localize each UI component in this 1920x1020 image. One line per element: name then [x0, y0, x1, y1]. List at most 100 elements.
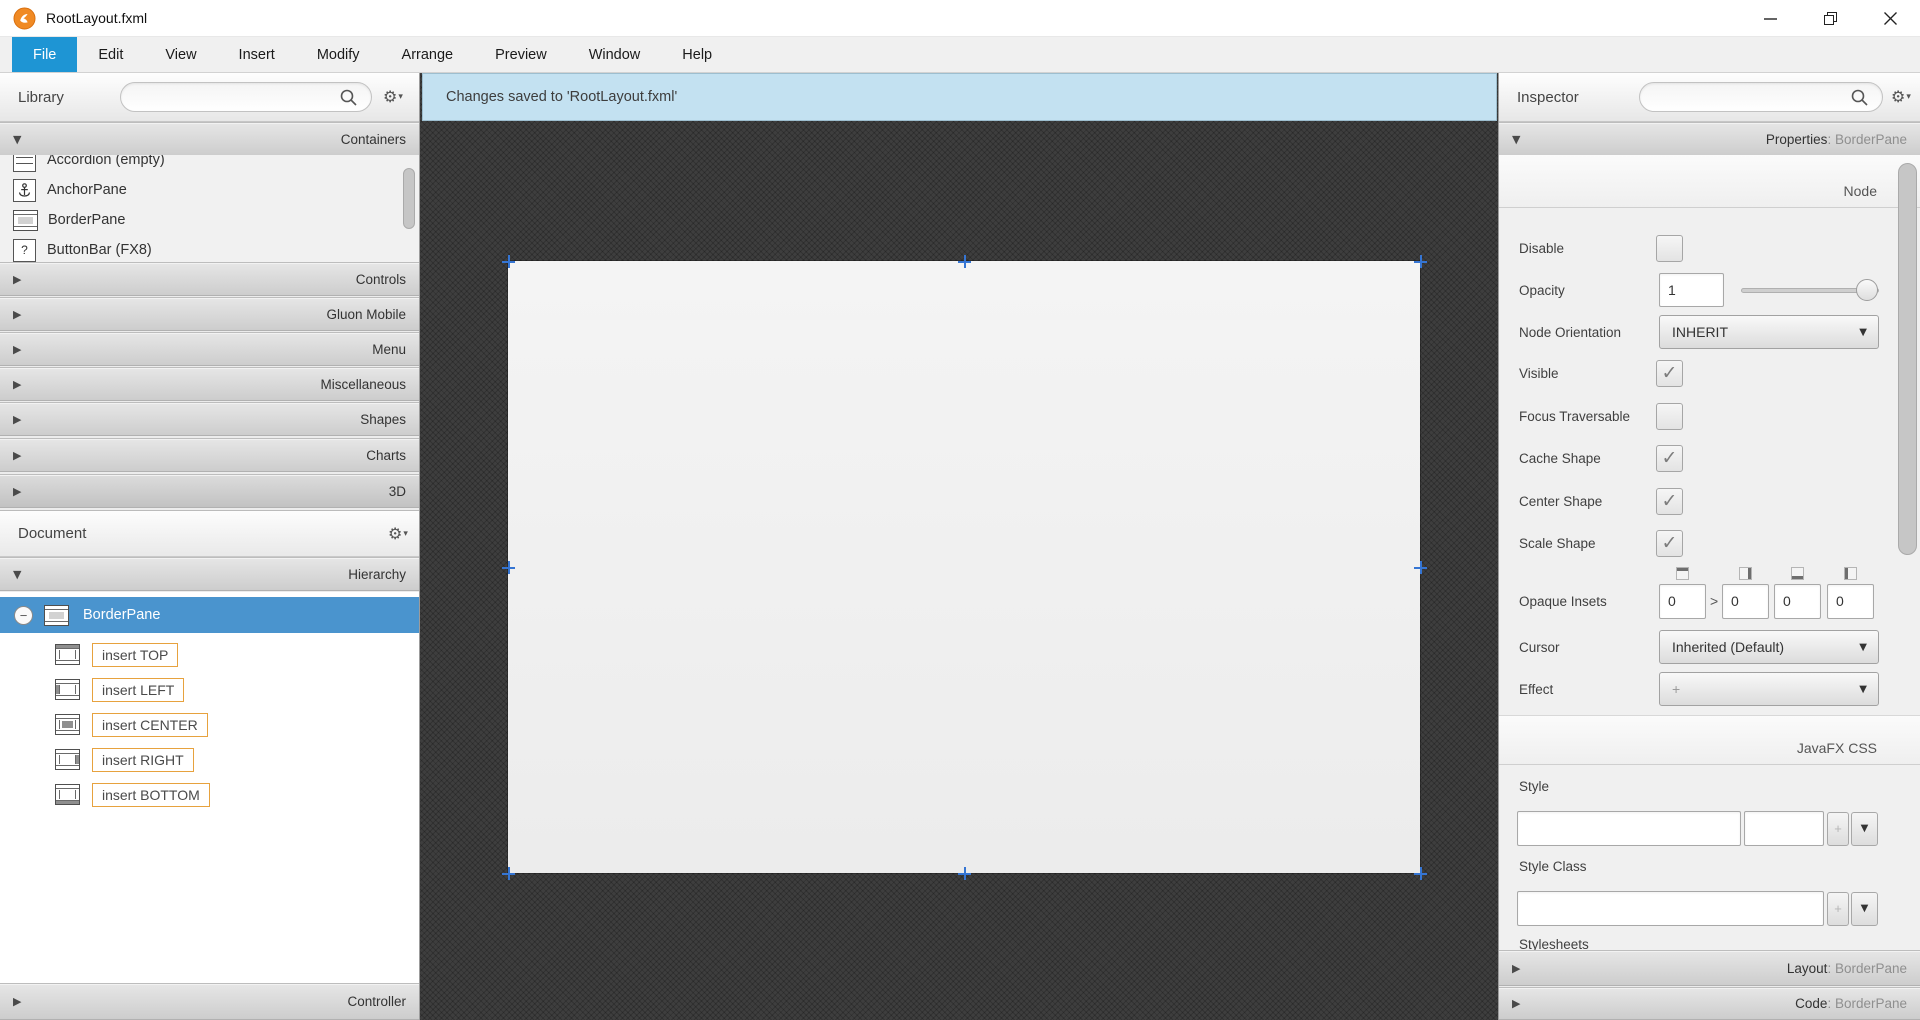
cursor-dropdown[interactable]: Inherited (Default) ▼: [1659, 630, 1879, 664]
placeholder-label: insert TOP: [92, 643, 178, 667]
section-layout[interactable]: ▶ Layout: BorderPane: [1499, 950, 1920, 986]
style-class-dropdown-button[interactable]: ▼: [1851, 892, 1878, 926]
opaque-inset-left-field[interactable]: [1827, 584, 1874, 619]
inspector-scrollbar-thumb[interactable]: [1898, 163, 1917, 555]
inspector-search-input[interactable]: [1652, 84, 1842, 110]
library-item-anchorpane[interactable]: AnchorPane: [0, 175, 419, 205]
section-hierarchy[interactable]: ▼ Hierarchy: [0, 557, 419, 591]
anchorpane-icon: [13, 179, 36, 202]
menu-modify[interactable]: Modify: [296, 37, 381, 72]
insets-link-toggle[interactable]: >: [1710, 593, 1718, 609]
inspector-title: Inspector: [1517, 89, 1579, 106]
library-item-label: ButtonBar (FX8): [47, 242, 152, 258]
close-button[interactable]: [1860, 0, 1920, 37]
borderpane-icon: [13, 210, 38, 231]
section-charts[interactable]: ▶ Charts: [0, 438, 419, 472]
inspector-search-box[interactable]: [1639, 82, 1883, 112]
selection-handle-bottom-center[interactable]: [958, 867, 971, 880]
menu-preview[interactable]: Preview: [474, 37, 568, 72]
library-menu-button[interactable]: ⚙ ▾: [383, 89, 403, 105]
library-item-buttonbar[interactable]: ? ButtonBar (FX8): [0, 235, 419, 262]
selection-handle-top-left[interactable]: [502, 255, 515, 268]
style-add-button[interactable]: +: [1827, 812, 1849, 846]
search-icon: [340, 89, 357, 106]
selection-handle-top-right[interactable]: [1414, 255, 1427, 268]
style-class-add-button[interactable]: +: [1827, 892, 1849, 926]
borderpane-bottom-region-icon: [55, 784, 80, 805]
library-search-input[interactable]: [133, 84, 331, 110]
menu-edit[interactable]: Edit: [77, 37, 144, 72]
hierarchy-item-borderpane[interactable]: − BorderPane: [0, 597, 419, 633]
focus-traversable-checkbox[interactable]: [1656, 403, 1683, 430]
library-search-box[interactable]: [120, 82, 372, 112]
style-dropdown-button[interactable]: ▼: [1851, 812, 1878, 846]
chevron-down-icon: ▼: [1859, 684, 1867, 695]
section-containers[interactable]: ▼ Containers: [0, 122, 419, 156]
collapse-arrow-icon: ▶: [13, 273, 21, 286]
content-canvas[interactable]: Changes saved to 'RootLayout.fxml': [420, 73, 1498, 1020]
visible-checkbox[interactable]: ✓: [1656, 360, 1683, 387]
document-menu-button[interactable]: ⚙ ▾: [388, 526, 408, 542]
selection-handle-mid-left[interactable]: [502, 561, 515, 574]
collapse-arrow-icon: ▶: [13, 995, 21, 1008]
borderpane-right-region-icon: [55, 749, 80, 770]
hierarchy-item-insert-bottom[interactable]: insert BOTTOM: [0, 778, 419, 811]
opacity-slider-thumb[interactable]: [1856, 279, 1878, 301]
minimize-button[interactable]: [1740, 0, 1800, 37]
section-controls[interactable]: ▶ Controls: [0, 262, 419, 296]
menu-file[interactable]: File: [12, 37, 77, 72]
inspector-menu-button[interactable]: ⚙ ▾: [1891, 89, 1911, 105]
opaque-inset-right-field[interactable]: [1722, 584, 1769, 619]
menu-window[interactable]: Window: [568, 37, 662, 72]
expand-arrow-icon: ▼: [13, 133, 21, 146]
restore-button[interactable]: [1800, 0, 1860, 37]
gear-icon: ⚙: [383, 89, 397, 105]
style-class-field[interactable]: [1517, 891, 1824, 926]
style-value-field[interactable]: [1744, 811, 1824, 846]
section-controller[interactable]: ▶ Controller: [0, 983, 419, 1020]
selection-handle-bottom-right[interactable]: [1414, 867, 1427, 880]
section-code[interactable]: ▶ Code: BorderPane: [1499, 987, 1920, 1020]
menu-arrange[interactable]: Arrange: [381, 37, 475, 72]
library-item-label: Accordion (empty): [47, 155, 165, 168]
hierarchy-item-insert-center[interactable]: insert CENTER: [0, 708, 419, 741]
menu-help[interactable]: Help: [661, 37, 733, 72]
hierarchy-item-insert-right[interactable]: insert RIGHT: [0, 743, 419, 776]
section-gluon-mobile[interactable]: ▶ Gluon Mobile: [0, 297, 419, 331]
opaque-inset-top-field[interactable]: [1659, 584, 1706, 619]
selection-handle-top-center[interactable]: [958, 255, 971, 268]
scale-shape-checkbox[interactable]: ✓: [1656, 530, 1683, 557]
hierarchy-item-insert-left[interactable]: insert LEFT: [0, 673, 419, 706]
hierarchy-item-insert-top[interactable]: insert TOP: [0, 638, 419, 671]
expand-arrow-icon: ▼: [13, 568, 21, 581]
collapse-arrow-icon: ▶: [13, 308, 21, 321]
scale-shape-row: Scale Shape ✓: [1499, 528, 1920, 558]
section-3d[interactable]: ▶ 3D: [0, 474, 419, 508]
library-item-borderpane[interactable]: BorderPane: [0, 205, 419, 235]
node-orientation-dropdown[interactable]: INHERIT ▼: [1659, 315, 1879, 349]
opacity-row: Opacity: [1499, 273, 1920, 307]
collapse-toggle-icon[interactable]: −: [14, 606, 33, 625]
opaque-inset-bottom-field[interactable]: [1774, 584, 1821, 619]
library-item-accordion[interactable]: Accordion (empty): [0, 155, 419, 175]
cache-shape-checkbox[interactable]: ✓: [1656, 445, 1683, 472]
disable-checkbox[interactable]: [1656, 235, 1683, 262]
center-shape-checkbox[interactable]: ✓: [1656, 488, 1683, 515]
selection-handle-mid-right[interactable]: [1414, 561, 1427, 574]
section-shapes[interactable]: ▶ Shapes: [0, 402, 419, 436]
menu-insert[interactable]: Insert: [218, 37, 296, 72]
effect-dropdown[interactable]: + ▼: [1659, 672, 1879, 706]
menu-view[interactable]: View: [144, 37, 217, 72]
section-menu[interactable]: ▶ Menu: [0, 332, 419, 366]
selection-handle-bottom-left[interactable]: [502, 867, 515, 880]
library-scrollbar-thumb[interactable]: [403, 168, 415, 229]
disable-row: Disable: [1499, 233, 1920, 263]
section-label: Hierarchy: [348, 567, 406, 582]
style-field[interactable]: [1517, 811, 1741, 846]
section-properties[interactable]: ▼ Properties: BorderPane: [1499, 122, 1920, 156]
hierarchy-item-label: BorderPane: [83, 607, 160, 623]
placeholder-label: insert CENTER: [92, 713, 208, 737]
opacity-field[interactable]: [1659, 273, 1724, 307]
borderpane-stage[interactable]: [508, 261, 1420, 873]
section-miscellaneous[interactable]: ▶ Miscellaneous: [0, 367, 419, 401]
